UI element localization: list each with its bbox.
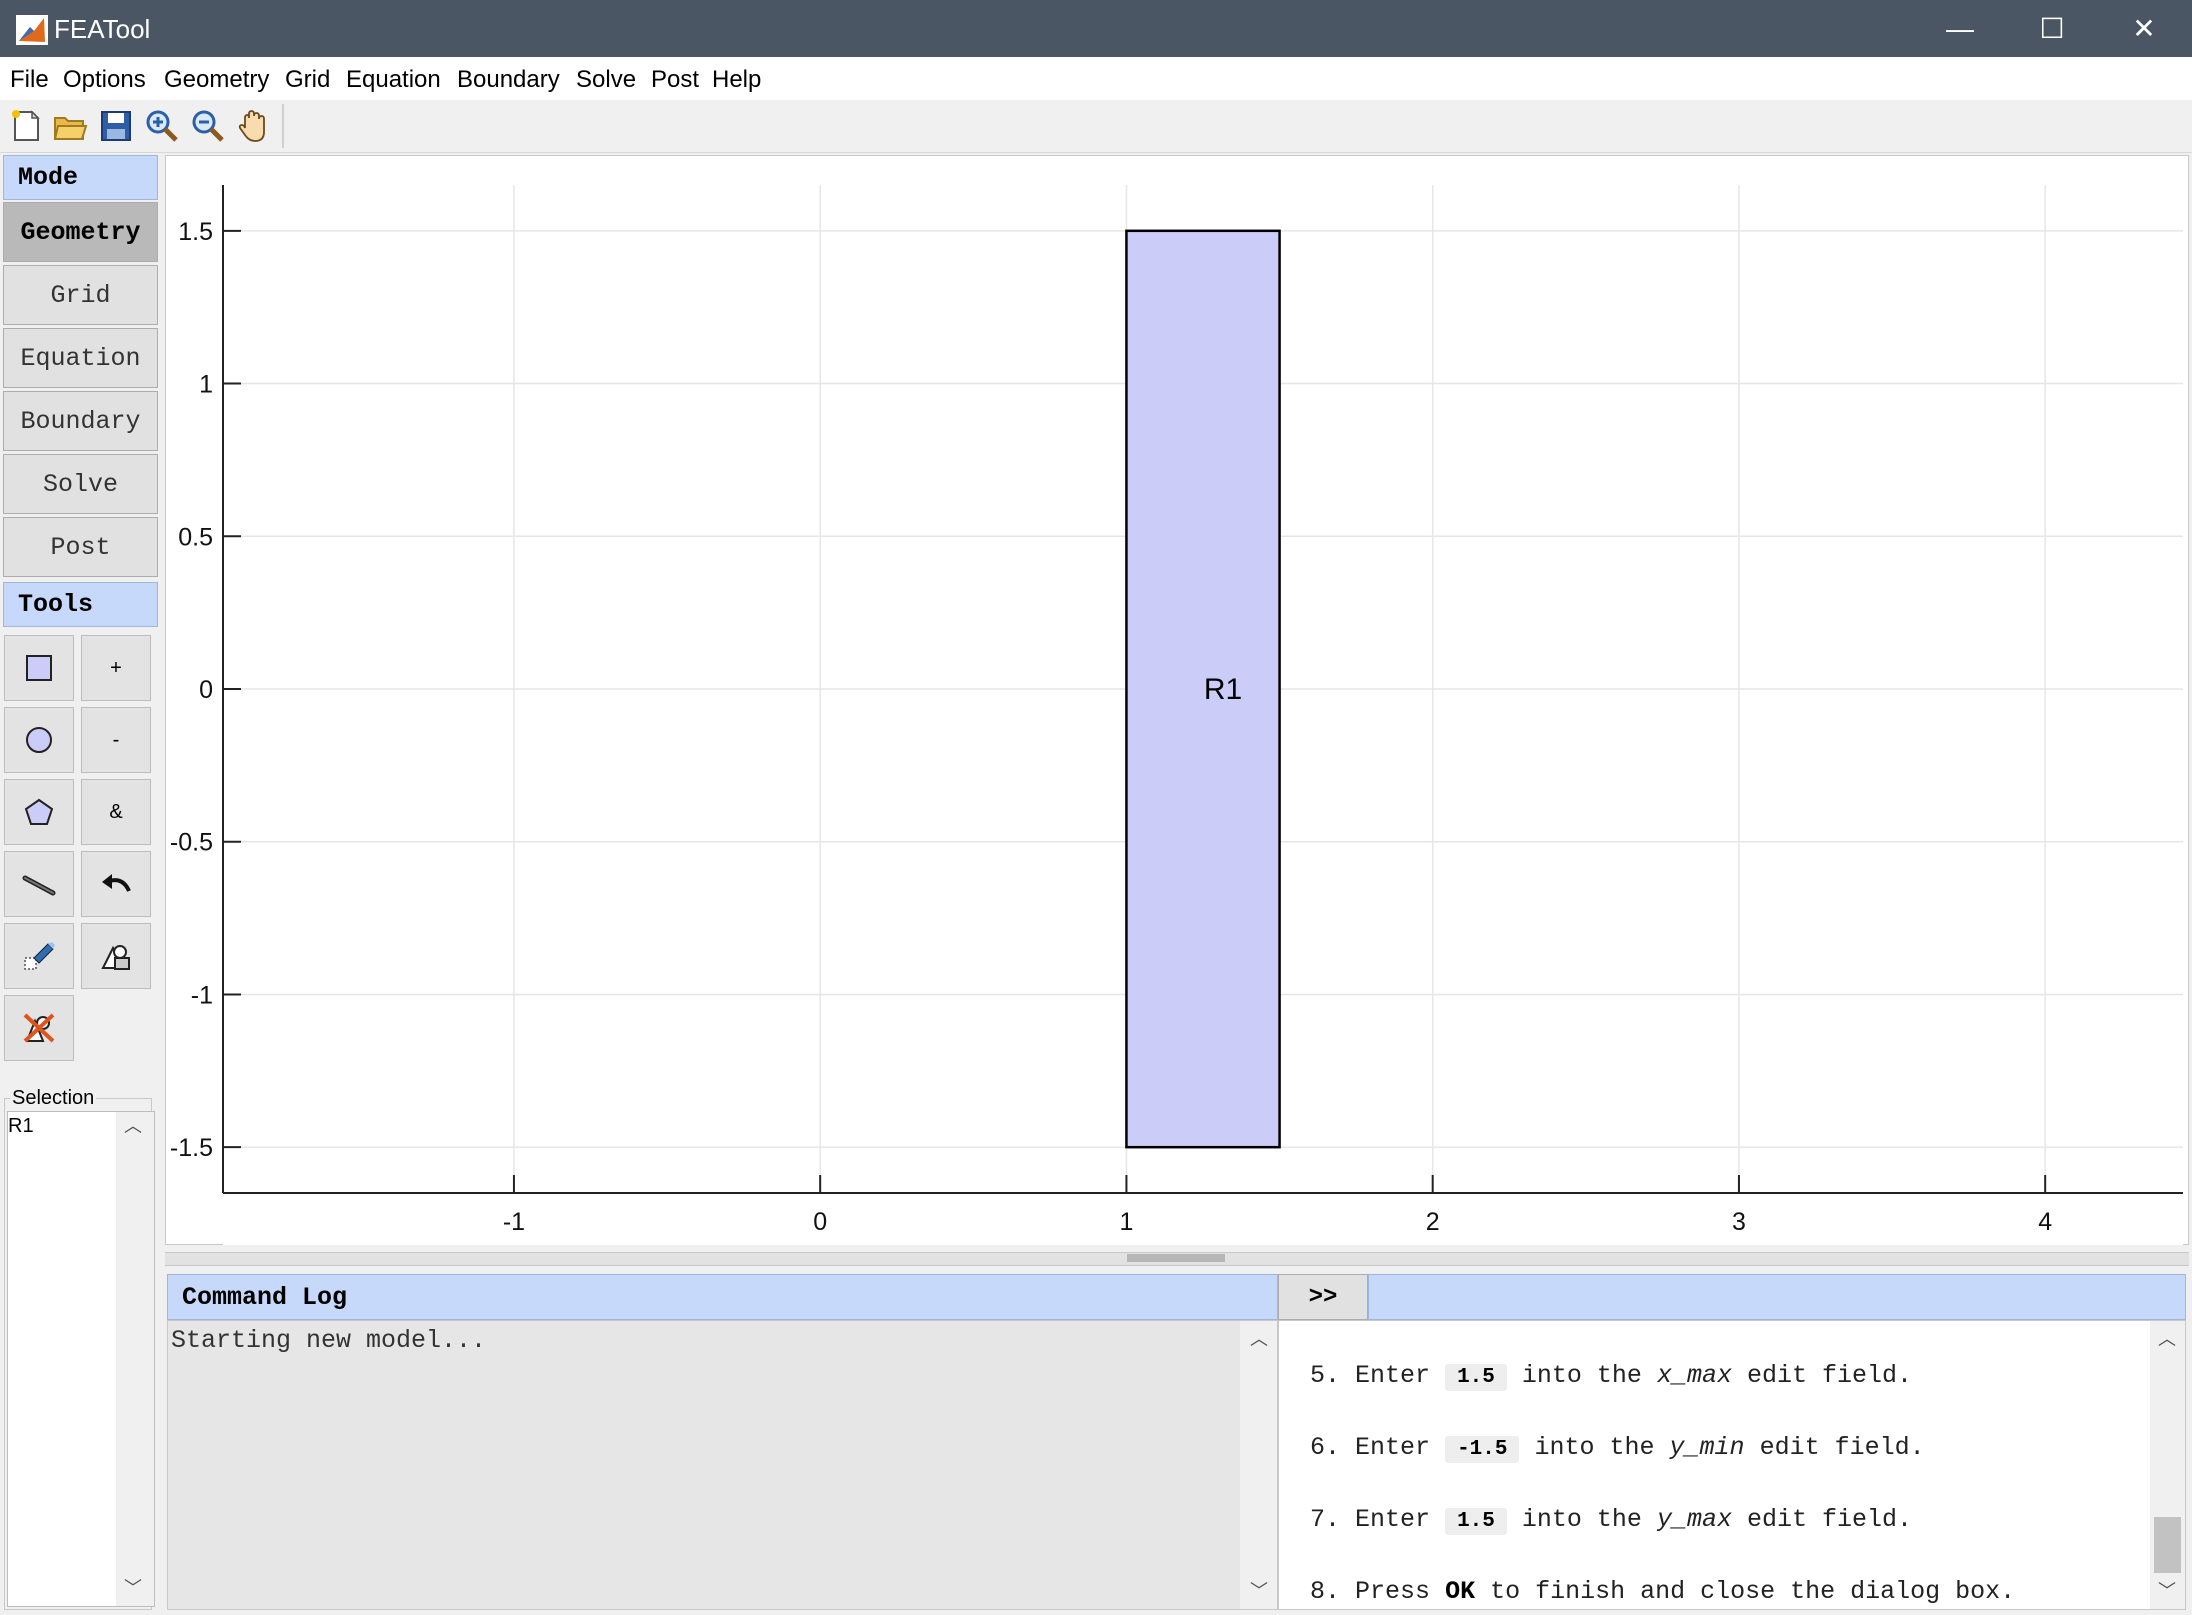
open-folder-icon[interactable]: [52, 108, 88, 144]
scroll-down-icon[interactable]: ﹀: [124, 1574, 142, 1600]
mode-boundary-button[interactable]: Boundary: [3, 391, 158, 451]
edit-object-tool-button[interactable]: [4, 923, 74, 989]
help-step: 5. Enter 1.5 into the x_max edit field.: [1310, 1361, 1912, 1391]
close-button[interactable]: ✕: [2098, 0, 2190, 57]
mode-grid-button[interactable]: Grid: [3, 265, 158, 325]
help-value-chip: 1.5: [1445, 1508, 1507, 1535]
command-log-text: Starting new model...: [171, 1326, 487, 1355]
delete-all-tool-button[interactable]: [4, 995, 74, 1061]
union-label: +: [110, 656, 122, 679]
y-tick-label: 0: [199, 676, 213, 704]
object-properties-tool-button[interactable]: [81, 923, 151, 989]
splitter-handle[interactable]: [1127, 1254, 1225, 1262]
polygon-icon: [24, 798, 54, 825]
x-tick-label: 4: [2038, 1208, 2052, 1236]
geometry-objects[interactable]: R1: [1125, 229, 1281, 1149]
object-properties-icon: [101, 945, 130, 970]
scroll-down-icon[interactable]: ﹀: [2158, 1577, 2176, 1603]
scroll-up-icon[interactable]: ︿: [2158, 1325, 2176, 1351]
mode-header: Mode: [3, 155, 158, 200]
command-log-scrollbar[interactable]: ︿ ﹀: [1240, 1321, 1277, 1609]
mode-geometry-button[interactable]: Geometry: [3, 202, 158, 262]
scroll-up-icon[interactable]: ︿: [1250, 1325, 1268, 1351]
y-tick-label: -1.5: [170, 1134, 213, 1162]
x-tick-label: 3: [1732, 1208, 1746, 1236]
menu-file[interactable]: File: [10, 66, 49, 94]
window-title: FEATool: [54, 14, 151, 44]
y-tick-label: -1: [191, 981, 213, 1009]
polygon-tool-button[interactable]: [4, 779, 74, 845]
menu-grid[interactable]: Grid: [285, 66, 330, 94]
y-tick-label: 1: [199, 371, 213, 399]
line-tool-button[interactable]: [4, 851, 74, 917]
circle-tool-button[interactable]: [4, 707, 74, 773]
menu-boundary[interactable]: Boundary: [457, 66, 560, 94]
intersect-label: &: [109, 800, 123, 823]
edit-object-icon: [24, 942, 55, 970]
menu-equation[interactable]: Equation: [346, 66, 441, 94]
geometry-plot[interactable]: R1 -1 0 1 2 3 4 1.5 1 0.5 0 -0.5 -1 -1.5: [165, 155, 2189, 1245]
line-icon: [22, 875, 56, 896]
help-value-chip: 1.5: [1445, 1364, 1507, 1391]
x-tick-label: 1: [1119, 1208, 1133, 1236]
scroll-up-icon[interactable]: ︿: [124, 1112, 142, 1138]
menu-post[interactable]: Post: [651, 66, 699, 94]
undo-icon: [102, 874, 131, 892]
delete-all-icon: [23, 1013, 55, 1043]
pan-hand-icon[interactable]: [236, 108, 272, 144]
rectangle-icon: [26, 655, 52, 681]
help-step: 8. Press OK to finish and close the dial…: [1310, 1577, 2016, 1606]
help-value-chip: -1.5: [1445, 1436, 1520, 1463]
command-log-header: Command Log: [167, 1274, 1278, 1320]
toolbar-separator: [282, 104, 284, 148]
subtract-label: -: [112, 728, 120, 751]
x-tick-label: 2: [1426, 1208, 1440, 1236]
command-log-area[interactable]: [167, 1320, 1278, 1610]
zoom-out-icon[interactable]: [190, 108, 226, 144]
union-tool-button[interactable]: +: [81, 635, 151, 701]
intersect-tool-button[interactable]: &: [81, 779, 151, 845]
y-tick-label: 1.5: [178, 218, 213, 246]
menu-solve[interactable]: Solve: [576, 66, 636, 94]
mode-solve-button[interactable]: Solve: [3, 454, 158, 514]
subtract-tool-button[interactable]: -: [81, 707, 151, 773]
scroll-thumb[interactable]: [2154, 1517, 2181, 1573]
help-step: 7. Enter 1.5 into the y_max edit field.: [1310, 1505, 1912, 1535]
geometry-object-label: R1: [1204, 673, 1242, 706]
mode-equation-button[interactable]: Equation: [3, 328, 158, 388]
save-icon[interactable]: [98, 108, 134, 144]
minimize-button[interactable]: —: [1914, 0, 2006, 57]
x-tick-label: 0: [813, 1208, 827, 1236]
menu-help[interactable]: Help: [712, 66, 761, 94]
tools-header: Tools: [3, 582, 158, 627]
mode-post-button[interactable]: Post: [3, 517, 158, 577]
circle-icon: [26, 727, 52, 753]
zoom-in-icon[interactable]: [144, 108, 180, 144]
x-tick-label: -1: [503, 1208, 525, 1236]
toolbar: [0, 100, 2192, 153]
selection-label: Selection: [10, 1087, 97, 1110]
undo-tool-button[interactable]: [81, 851, 151, 917]
y-tick-label: 0.5: [178, 523, 213, 551]
scroll-down-icon[interactable]: ﹀: [1250, 1577, 1268, 1603]
help-step: 6. Enter -1.5 into the y_min edit field.: [1310, 1433, 1925, 1463]
toggle-help-button[interactable]: >>: [1278, 1274, 1368, 1320]
maximize-button[interactable]: ☐: [2006, 0, 2098, 57]
title-bar: [0, 0, 2192, 57]
help-header: [1368, 1274, 2186, 1320]
rectangle-tool-button[interactable]: [4, 635, 74, 701]
help-scrollbar[interactable]: ︿ ﹀: [2150, 1321, 2185, 1609]
menu-options[interactable]: Options: [63, 66, 146, 94]
selection-scrollbar[interactable]: ︿ ﹀: [116, 1112, 154, 1606]
new-file-icon[interactable]: [8, 108, 44, 144]
menu-geometry[interactable]: Geometry: [164, 66, 269, 94]
y-tick-label: -0.5: [170, 829, 213, 857]
selection-list-item[interactable]: R1: [8, 1115, 34, 1138]
matlab-logo-icon: [16, 15, 48, 45]
